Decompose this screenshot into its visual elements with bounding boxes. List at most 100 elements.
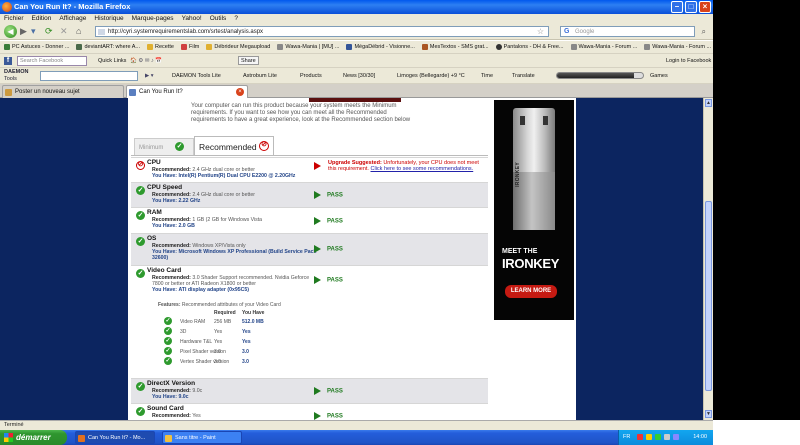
menu-help[interactable]: ? <box>234 14 238 23</box>
close-tab-icon[interactable]: × <box>236 88 244 96</box>
menu-marque-pages[interactable]: Marque-pages <box>132 14 174 23</box>
system-tray: FR 14:00 <box>618 430 713 445</box>
url-text: http://cyri.systemrequirementslab.com/sr… <box>108 29 264 35</box>
requirement-row-sound-card: ✓ Sound Card Recommended: Yes PASS <box>131 403 488 420</box>
stop-icon[interactable]: ✕ <box>60 26 68 37</box>
start-button[interactable]: démarrer <box>0 430 67 445</box>
taskbar-item-firefox[interactable]: Can You Run It? - Mo... <box>75 431 155 444</box>
tab-strip: Poster un nouveau sujet Can You Run It? … <box>0 84 713 99</box>
features-caption: Features: Recommended attributes of your… <box>158 302 281 308</box>
check-icon: ✓ <box>175 142 184 151</box>
window-titlebar: Can You Run It? - Mozilla Firefox – □ × <box>0 0 713 14</box>
weather-menu[interactable]: Limoges (Bellegarde) +9 °C <box>397 68 465 84</box>
pass-arrow-icon <box>314 191 321 199</box>
menu-yahoo[interactable]: Yahoo! <box>182 14 202 23</box>
reload-icon[interactable]: ⟳ <box>45 26 53 37</box>
scroll-up-icon[interactable]: ▲ <box>705 99 712 107</box>
bookmark-item[interactable]: Wawa-Mania - Forum ... <box>644 41 711 53</box>
tab-can-you-run-it[interactable]: Can You Run It? × <box>126 85 248 99</box>
bookmark-item[interactable]: Recette <box>147 41 174 53</box>
daemon-search-select[interactable] <box>40 71 138 81</box>
check-icon: ✓ <box>136 237 145 246</box>
daemon-toolbar: DAEMON Tools ▶ ▾ DAEMON Tools Lite Astrob… <box>0 68 713 84</box>
tray-icon[interactable] <box>673 434 679 440</box>
bookmark-item[interactable]: Wawa-Mania | [MU] ... <box>277 41 339 53</box>
home-icon[interactable]: ⌂ <box>76 26 81 37</box>
minimize-button[interactable]: – <box>671 1 683 13</box>
language-indicator[interactable]: FR <box>623 430 630 445</box>
daemon-tools-menu[interactable]: DAEMON Tools Lite <box>172 68 221 84</box>
back-button[interactable]: ◀ <box>4 25 17 38</box>
translate-menu[interactable]: Translate <box>512 68 535 84</box>
toolbar-icons[interactable]: 🏠 ⚙ ✉ ♪ 📅 <box>130 54 162 68</box>
recommendations-link[interactable]: Click here to see some recommendations. <box>371 166 474 172</box>
games-menu[interactable]: Games <box>650 68 668 84</box>
bookmark-item[interactable]: Film <box>180 41 199 53</box>
url-bar[interactable]: http://cyri.systemrequirementslab.com/sr… <box>95 26 549 37</box>
page-viewport: Your computer can run this product becau… <box>0 98 703 420</box>
news-menu[interactable]: News [30/30] <box>343 68 375 84</box>
media-progress-bar[interactable] <box>556 72 644 79</box>
bookmark-item[interactable]: Pantalons - DH & Free... <box>495 41 564 53</box>
menu-outils[interactable]: Outils <box>210 14 227 23</box>
taskbar-item-paint[interactable]: Sans titre - Paint <box>162 431 242 444</box>
search-icon[interactable]: ⌕ <box>702 27 706 37</box>
desktop: Can You Run It? - Mozilla Firefox – □ × … <box>0 0 800 445</box>
learn-more-button[interactable]: LEARN MORE <box>505 285 557 298</box>
google-icon: G <box>564 28 570 35</box>
forward-button[interactable]: ▶ <box>20 26 27 37</box>
bookmark-icon <box>421 44 428 50</box>
scroll-thumb[interactable] <box>705 201 712 391</box>
facebook-search-input[interactable]: Search Facebook <box>17 56 87 66</box>
share-button[interactable]: Share <box>238 56 259 65</box>
login-facebook-link[interactable]: Login to Facebook <box>666 54 711 68</box>
tray-icon[interactable] <box>637 434 643 440</box>
pass-result: PASS <box>314 387 343 396</box>
menu-historique[interactable]: Historique <box>94 14 123 23</box>
maximize-button[interactable]: □ <box>685 1 697 13</box>
scroll-down-icon[interactable]: ▼ <box>705 410 712 418</box>
col-required: Required <box>214 310 236 316</box>
window-title: Can You Run It? - Mozilla Firefox <box>14 2 131 11</box>
bookmark-item[interactable]: MégaDébrid - Visionne... <box>346 41 415 53</box>
menu-edition[interactable]: Edition <box>32 14 52 23</box>
search-arrow-icon[interactable]: ▶ ▾ <box>145 68 154 84</box>
daemon-logo: DAEMON Tools <box>4 69 29 82</box>
windows-logo-icon <box>4 433 13 442</box>
intro-text: Your computer can run this product becau… <box>191 103 411 124</box>
bookmark-icon <box>4 44 10 50</box>
tab-recommended[interactable]: Recommended ⊘ <box>194 136 274 156</box>
tab-minimum[interactable]: Minimum ✓ <box>134 138 194 156</box>
facebook-toolbar: f Search Facebook Quick Links 🏠 ⚙ ✉ ♪ 📅 … <box>0 53 713 68</box>
col-you-have: You Have <box>242 310 265 316</box>
astrobum-menu[interactable]: Astrobum Lite <box>243 68 277 84</box>
check-icon: ✓ <box>164 347 172 355</box>
pass-arrow-icon <box>314 217 321 225</box>
tab-poster-sujet[interactable]: Poster un nouveau sujet <box>2 85 124 98</box>
time-menu[interactable]: Time <box>481 68 493 84</box>
feature-row: ✓ 3D Yes Yes <box>164 327 251 335</box>
vertical-scrollbar[interactable]: ▲ ▼ <box>703 98 713 420</box>
menu-fichier[interactable]: Fichier <box>4 14 24 23</box>
bookmark-item[interactable]: MesTextos - SMS grat... <box>421 41 489 53</box>
bookmark-star-icon[interactable]: ☆ <box>537 27 544 37</box>
bookmark-item[interactable]: PC Astuces - Donner ... <box>4 41 69 53</box>
history-dropdown-icon[interactable]: ▾ <box>31 26 36 37</box>
close-window-button[interactable]: × <box>699 1 711 13</box>
bookmark-item[interactable]: Wawa-Mania - Forum ... <box>570 41 637 53</box>
products-menu[interactable]: Products <box>300 68 322 84</box>
quick-links-menu[interactable]: Quick Links <box>98 54 126 68</box>
check-icon: ✓ <box>164 357 172 365</box>
fail-icon: ⊘ <box>259 141 269 151</box>
menu-affichage[interactable]: Affichage <box>59 14 86 23</box>
tray-icon[interactable] <box>655 434 661 440</box>
search-input[interactable]: G Google ⌕ <box>560 26 706 37</box>
bookmark-item[interactable]: Débrideur Megaupload <box>206 41 270 53</box>
ad-line2: IRONKEY <box>502 256 560 271</box>
tray-icon[interactable] <box>646 434 652 440</box>
check-icon: ✓ <box>164 327 172 335</box>
tray-icon[interactable] <box>664 434 670 440</box>
check-icon: ✓ <box>136 407 145 416</box>
bookmark-item[interactable]: deviantART: where A... <box>76 41 140 53</box>
ironkey-ad[interactable]: IRONKEY MEET THE IRONKEY LEARN MORE <box>494 100 574 320</box>
